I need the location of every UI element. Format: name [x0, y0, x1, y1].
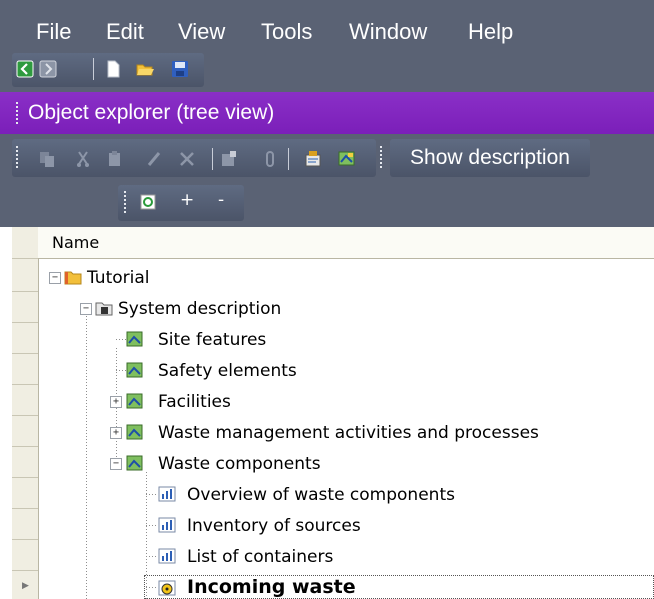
row-separator	[12, 322, 38, 323]
map-icon	[126, 362, 143, 378]
tree-connector	[116, 348, 117, 468]
row-separator	[12, 258, 38, 259]
toolbar-separator	[288, 148, 289, 170]
save-icon[interactable]	[171, 60, 189, 78]
menu-view[interactable]: View	[178, 19, 225, 45]
collapse-toggle[interactable]: −	[110, 458, 122, 470]
current-row-indicator: ▶	[22, 581, 29, 591]
chart-icon	[158, 517, 176, 533]
menu-file[interactable]: File	[36, 19, 71, 45]
row-separator	[12, 353, 38, 354]
delete-icon[interactable]	[178, 150, 196, 168]
toolbar-grip	[16, 146, 18, 170]
tree-node-waste-management[interactable]: Waste management activities and processe…	[158, 422, 539, 444]
new-item-icon[interactable]	[220, 150, 238, 168]
tree-node-safety-elements[interactable]: Safety elements	[158, 360, 297, 382]
chart-icon	[158, 548, 176, 564]
expand-toggle[interactable]: +	[110, 427, 122, 439]
column-header[interactable]	[38, 227, 654, 259]
row-separator	[12, 291, 38, 292]
row-separator	[12, 446, 38, 447]
expand-toggle[interactable]: +	[110, 396, 122, 408]
tree-node-inventory-of-sources[interactable]: Inventory of sources	[187, 515, 361, 537]
cut-icon[interactable]	[74, 150, 92, 168]
menu-edit[interactable]: Edit	[106, 19, 144, 45]
collapse-toggle[interactable]: −	[80, 303, 92, 315]
tree-connector	[116, 370, 126, 371]
menu-tools[interactable]: Tools	[261, 19, 312, 45]
toolbar-grip	[380, 146, 382, 170]
toolbar-separator	[93, 58, 94, 80]
system-icon	[95, 302, 113, 316]
folder-icon	[64, 271, 82, 285]
row-separator	[12, 415, 38, 416]
open-folder-icon[interactable]	[136, 60, 154, 78]
map-icon	[126, 455, 143, 471]
tree-node-overview-waste-components[interactable]: Overview of waste components	[187, 484, 455, 506]
row-separator	[12, 539, 38, 540]
chart-icon	[158, 486, 176, 502]
toolbar-grip	[124, 191, 126, 215]
properties-icon[interactable]	[304, 150, 322, 168]
map-icon	[126, 393, 143, 409]
rename-icon[interactable]	[146, 150, 164, 168]
map-view-icon[interactable]	[338, 150, 356, 168]
tree-node-list-of-containers[interactable]: List of containers	[187, 546, 333, 568]
row-separator	[12, 477, 38, 478]
forward-icon[interactable]	[39, 60, 57, 78]
show-description-button[interactable]: Show description	[390, 139, 590, 177]
collapse-toggle[interactable]: −	[49, 272, 61, 284]
column-header-name: Name	[52, 233, 100, 252]
panel-title: Object explorer (tree view)	[28, 101, 275, 124]
tree-connector	[86, 316, 87, 599]
row-separator	[12, 384, 38, 385]
collapse-all-button[interactable]: -	[218, 190, 224, 210]
expand-all-button[interactable]: +	[180, 190, 194, 210]
menu-bar	[0, 0, 654, 50]
menu-window[interactable]: Window	[349, 19, 427, 45]
row-header-column	[12, 227, 39, 599]
tree-node-system-description[interactable]: System description	[118, 298, 281, 320]
refresh-icon[interactable]	[140, 194, 156, 210]
tree-node-site-features[interactable]: Site features	[158, 329, 266, 351]
titlebar-grip	[16, 102, 18, 126]
row-separator	[12, 508, 38, 509]
menu-help[interactable]: Help	[468, 19, 513, 45]
tree-connector	[146, 494, 156, 495]
toolbar-separator	[212, 148, 213, 170]
row-separator	[12, 570, 38, 571]
tree-node-incoming-waste[interactable]: Incoming waste	[187, 576, 356, 598]
tree-node-tutorial[interactable]: Tutorial	[87, 267, 150, 289]
tree-connector	[146, 525, 156, 526]
map-icon	[126, 331, 143, 347]
tree-connector	[116, 339, 126, 340]
attachment-icon[interactable]	[261, 150, 279, 168]
tree-node-facilities[interactable]: Facilities	[158, 391, 231, 413]
radiation-icon	[158, 580, 176, 596]
back-icon[interactable]	[16, 60, 34, 78]
tree-toolbar: + -	[118, 185, 244, 221]
copy-icon[interactable]	[38, 150, 56, 168]
tree-connector	[146, 556, 156, 557]
map-icon	[126, 424, 143, 440]
new-document-icon[interactable]	[104, 60, 122, 78]
tree-node-waste-components[interactable]: Waste components	[158, 453, 321, 475]
paste-icon[interactable]	[106, 150, 124, 168]
